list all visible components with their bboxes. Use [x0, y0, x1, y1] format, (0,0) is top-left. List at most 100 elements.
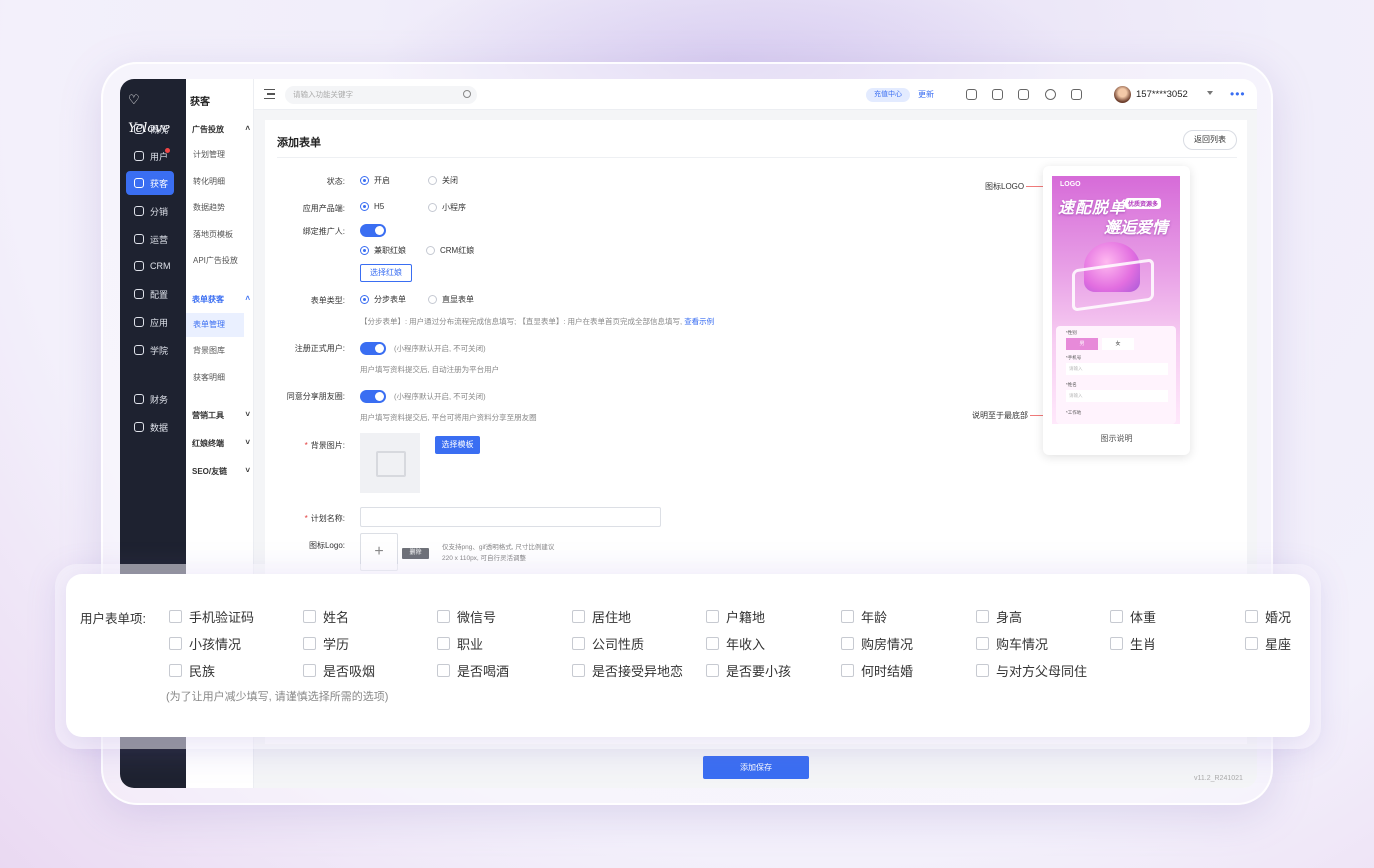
field-checkbox[interactable]: 年收入: [706, 634, 765, 653]
checkbox-box[interactable]: [572, 637, 585, 650]
nav-item-acquire[interactable]: 获客: [126, 171, 174, 195]
checkbox-box[interactable]: [303, 610, 316, 623]
status-on-radio[interactable]: 开启: [360, 175, 390, 186]
checkbox-box[interactable]: [841, 637, 854, 650]
field-checkbox[interactable]: 公司性质: [572, 634, 644, 653]
document-icon[interactable]: [992, 89, 1003, 100]
checkbox-box[interactable]: [976, 610, 989, 623]
nav-item-academy[interactable]: 学院: [126, 338, 174, 362]
field-checkbox[interactable]: 户籍地: [706, 607, 765, 626]
checkbox-box[interactable]: [841, 610, 854, 623]
product-h5-radio[interactable]: H5: [360, 202, 384, 211]
field-checkbox[interactable]: 学历: [303, 634, 349, 653]
shop-icon[interactable]: [1018, 89, 1029, 100]
home-icon[interactable]: [966, 89, 977, 100]
background-image-placeholder[interactable]: [360, 433, 420, 493]
checkbox-box[interactable]: [1110, 637, 1123, 650]
field-checkbox[interactable]: 职业: [437, 634, 483, 653]
nav-group-matchmaker[interactable]: 红娘终端 ˅: [192, 438, 250, 449]
checkbox-box[interactable]: [437, 610, 450, 623]
field-checkbox[interactable]: 居住地: [572, 607, 631, 626]
nav-item-user[interactable]: 用户: [126, 144, 174, 168]
field-checkbox[interactable]: 购房情况: [841, 634, 913, 653]
field-checkbox[interactable]: 是否喝酒: [437, 661, 509, 680]
sub-item-form-manage[interactable]: 表单管理: [186, 313, 244, 337]
exit-icon[interactable]: [1071, 89, 1082, 100]
product-miniapp-radio[interactable]: 小程序: [428, 202, 466, 213]
plan-name-input[interactable]: [360, 507, 661, 527]
sub-item-bg-library[interactable]: 背景图库: [186, 339, 244, 363]
field-checkbox[interactable]: 生肖: [1110, 634, 1156, 653]
field-checkbox[interactable]: 是否要小孩: [706, 661, 791, 680]
sub-item-acquire-detail[interactable]: 获客明细: [186, 366, 244, 390]
nav-item-data[interactable]: 数据: [126, 415, 174, 439]
chevron-down-icon[interactable]: [1207, 91, 1213, 95]
sub-item-plan[interactable]: 计划管理: [186, 143, 244, 167]
sub-item-conversion[interactable]: 转化明细: [186, 170, 244, 194]
nav-group-form[interactable]: 表单获客 ˄: [192, 294, 250, 305]
field-checkbox[interactable]: 体重: [1110, 607, 1156, 626]
recharge-button[interactable]: 充值中心: [866, 88, 910, 102]
field-checkbox[interactable]: 民族: [169, 661, 215, 680]
nav-item-overview[interactable]: 概况: [126, 117, 174, 141]
nav-group-seo[interactable]: SEO/友链 ˅: [192, 466, 250, 477]
back-to-list-button[interactable]: 返回列表: [1183, 130, 1237, 150]
checkbox-box[interactable]: [706, 637, 719, 650]
field-checkbox[interactable]: 购车情况: [976, 634, 1048, 653]
field-checkbox[interactable]: 是否吸烟: [303, 661, 375, 680]
field-checkbox[interactable]: 身高: [976, 607, 1022, 626]
select-matchmaker-button[interactable]: 选择红娘: [360, 264, 412, 282]
checkbox-box[interactable]: [976, 637, 989, 650]
select-template-button[interactable]: 选择模板: [435, 436, 480, 454]
sub-item-trend[interactable]: 数据趋势: [186, 196, 244, 220]
checkbox-box[interactable]: [706, 610, 719, 623]
field-checkbox[interactable]: 星座: [1245, 634, 1291, 653]
collapse-menu-icon[interactable]: [264, 89, 275, 99]
checkbox-box[interactable]: [1110, 610, 1123, 623]
promoter-parttime-radio[interactable]: 兼职红娘: [360, 245, 406, 256]
field-checkbox[interactable]: 婚况: [1245, 607, 1291, 626]
nav-item-finance[interactable]: 财务: [126, 387, 174, 411]
checkbox-box[interactable]: [1245, 637, 1258, 650]
nav-item-apps[interactable]: 应用: [126, 310, 174, 334]
checkbox-box[interactable]: [976, 664, 989, 677]
checkbox-box[interactable]: [169, 610, 182, 623]
nav-group-marketing[interactable]: 营销工具 ˅: [192, 410, 250, 421]
checkbox-box[interactable]: [437, 664, 450, 677]
promoter-crm-radio[interactable]: CRM红娘: [426, 245, 474, 256]
checkbox-box[interactable]: [572, 610, 585, 623]
form-type-direct-radio[interactable]: 直显表单: [428, 294, 474, 305]
field-checkbox[interactable]: 姓名: [303, 607, 349, 626]
nav-item-operate[interactable]: 运营: [126, 227, 174, 251]
sub-item-api-ads[interactable]: API广告投放: [186, 249, 244, 273]
register-toggle[interactable]: [360, 342, 386, 355]
field-checkbox[interactable]: 是否接受异地恋: [572, 661, 683, 680]
username[interactable]: 157****3052: [1136, 89, 1188, 100]
checkbox-box[interactable]: [303, 637, 316, 650]
view-example-link[interactable]: 查看示例: [684, 317, 714, 326]
field-checkbox[interactable]: 与对方父母同住: [976, 661, 1087, 680]
field-checkbox[interactable]: 何时结婚: [841, 661, 913, 680]
nav-group-ads[interactable]: 广告投放 ˄: [192, 124, 250, 135]
checkbox-box[interactable]: [169, 637, 182, 650]
nav-item-distribute[interactable]: 分销: [126, 199, 174, 223]
checkbox-box[interactable]: [706, 664, 719, 677]
nav-item-crm[interactable]: CRM: [126, 254, 174, 278]
search-icon[interactable]: [463, 90, 471, 98]
checkbox-box[interactable]: [437, 637, 450, 650]
delete-logo-button[interactable]: 删除: [402, 548, 429, 559]
update-link[interactable]: 更新: [918, 88, 934, 102]
field-checkbox[interactable]: 年龄: [841, 607, 887, 626]
form-type-step-radio[interactable]: 分步表单: [360, 294, 406, 305]
crm-circle-icon[interactable]: [1045, 89, 1056, 100]
field-checkbox[interactable]: 手机验证码: [169, 607, 254, 626]
field-checkbox[interactable]: 微信号: [437, 607, 496, 626]
search-input[interactable]: 请输入功能关键字: [285, 86, 477, 104]
more-icon[interactable]: •••: [1230, 87, 1246, 101]
sub-item-landing[interactable]: 落地页模板: [186, 223, 244, 247]
field-checkbox[interactable]: 小孩情况: [169, 634, 241, 653]
add-save-button[interactable]: 添加保存: [703, 756, 809, 779]
status-off-radio[interactable]: 关闭: [428, 175, 458, 186]
checkbox-box[interactable]: [169, 664, 182, 677]
nav-item-config[interactable]: 配置: [126, 282, 174, 306]
